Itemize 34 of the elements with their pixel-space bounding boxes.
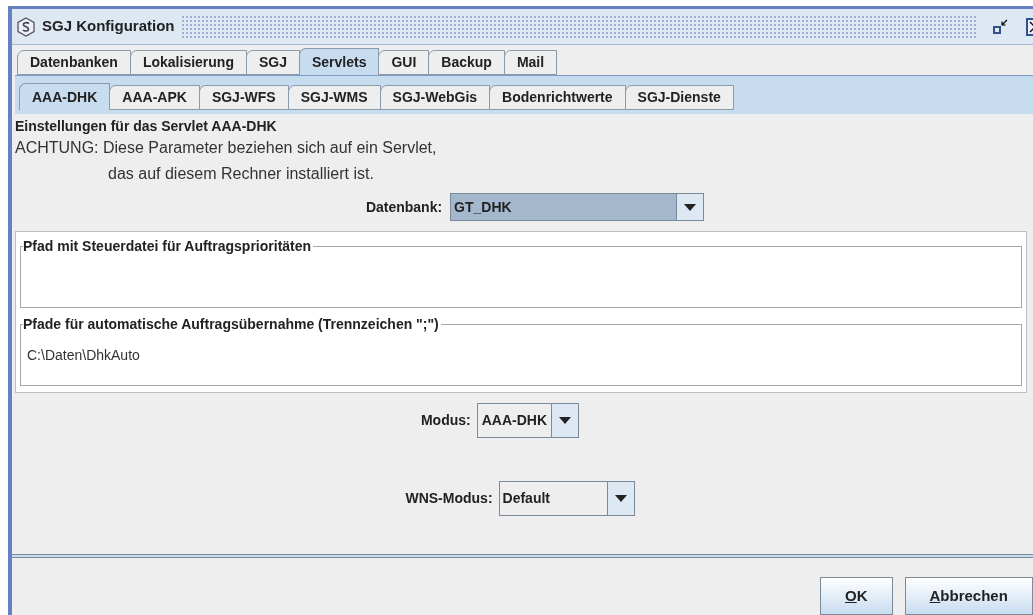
notice-text: das auf diesem Rechner installiert ist. (107, 164, 375, 184)
mode-dropdown[interactable]: AAA-DHK (476, 403, 580, 438)
tab[interactable]: GUI (378, 50, 430, 75)
ok-button[interactable]: OK (820, 577, 893, 615)
tab[interactable]: Bodenrichtwerte (489, 85, 626, 110)
window-title: SGJ Konfiguration (42, 16, 175, 37)
field-label: Modus: (420, 411, 471, 430)
tab[interactable]: Datenbanken (17, 50, 131, 75)
group-title: Pfad mit Steuerdatei für Auftragsprioritäten (23, 237, 314, 255)
tab[interactable]: Backup (428, 50, 505, 75)
field-label: Datenbank: (365, 197, 443, 217)
tab[interactable]: Lokalisierung (129, 50, 247, 75)
tab[interactable]: SGJ-WMS (287, 85, 381, 110)
section-heading: Einstellungen für das Servlet AAA-DHK (15, 117, 278, 135)
tab[interactable]: Servlets (298, 48, 380, 75)
tab[interactable]: SGJ-WFS (198, 85, 289, 110)
tab[interactable]: AAA-DHK (19, 83, 111, 110)
caret-icon (559, 417, 572, 424)
notice-text: ACHTUNG: Diese Parameter beziehen sich auf ein Servlet, (15, 138, 438, 158)
caret-icon (614, 495, 627, 502)
group-title: Pfade für automatische Auftragsübernahme (Trennzeichen ";") (23, 315, 441, 333)
tab[interactable]: AAA-APK (109, 85, 200, 110)
app-icon (16, 16, 36, 37)
caret-icon (684, 203, 697, 211)
restore-icon[interactable] (992, 17, 1010, 36)
tab[interactable]: SGJ (245, 50, 300, 75)
tab[interactable]: SGJ-Dienste (624, 85, 734, 110)
path-field[interactable]: C:\Daten\DhkAuto (27, 345, 1015, 366)
wns-mode-dropdown[interactable]: Default (498, 481, 635, 516)
cancel-button[interactable]: Abbrechen (904, 577, 1033, 615)
tab[interactable]: SGJ-WebGis (379, 85, 491, 110)
database-dropdown[interactable]: GT_DHK (450, 193, 705, 221)
field-label: WNS-Modus: (405, 489, 493, 508)
tab[interactable]: Mail (503, 50, 558, 75)
